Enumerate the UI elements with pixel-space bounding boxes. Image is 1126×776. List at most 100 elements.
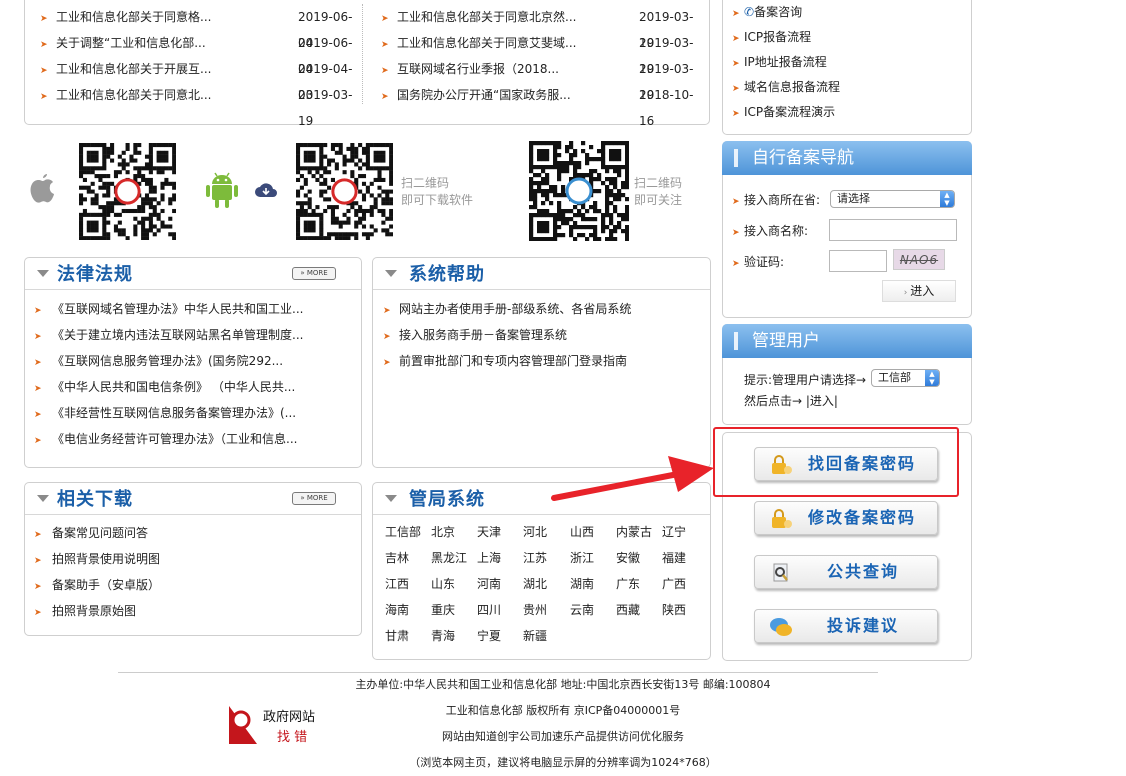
law-item[interactable]: ➤ 《非经营性互联网信息服务备案管理办法》(... (34, 400, 296, 426)
download-title[interactable]: 备案常见问题问答 (52, 526, 148, 540)
help-item[interactable]: ➤ 接入服务商手册－备案管理系统 (383, 322, 567, 348)
news-item[interactable]: ➤ 工业和信息化部关于同意北京然... 2019-03-19 (381, 4, 701, 50)
news-title[interactable]: 工业和信息化部关于同意北京然... (397, 10, 576, 24)
bureau-link[interactable]: 工信部 (385, 519, 421, 545)
help-title[interactable]: 前置审批部门和专项内容管理部门登录指南 (399, 354, 627, 368)
side-link-label[interactable]: ICP备案流程演示 (744, 105, 835, 119)
captcha-image[interactable]: NAO6 (893, 249, 945, 270)
admin-select[interactable]: 工信部 ▲ ▼ (871, 369, 940, 387)
news-title[interactable]: 互联网域名行业季报（2018... (397, 62, 559, 76)
help-title[interactable]: 网站主办者使用手册-部级系统、各省局系统 (399, 302, 631, 316)
bureau-link[interactable]: 山西 (570, 519, 594, 545)
bureau-link[interactable]: 内蒙古 (616, 519, 652, 545)
bureau-link[interactable]: 广东 (616, 571, 640, 597)
bureau-link[interactable]: 福建 (662, 545, 686, 571)
cloud-download-icon[interactable] (254, 181, 278, 199)
bureau-link[interactable]: 北京 (431, 519, 455, 545)
enter-button[interactable]: › 进入 (882, 280, 956, 302)
side-link-consult[interactable]: ➤ ✆备案咨询 (732, 0, 802, 25)
side-link-label[interactable]: 域名信息报备流程 (744, 80, 840, 94)
side-link-icp-flow[interactable]: ➤ ICP报备流程 (732, 25, 811, 50)
news-title[interactable]: 工业和信息化部关于同意艾斐域... (397, 36, 576, 50)
news-item[interactable]: ➤ 工业和信息化部关于同意北... 2019-03-19 (40, 82, 360, 128)
help-title[interactable]: 接入服务商手册－备案管理系统 (399, 328, 567, 342)
side-link-label[interactable]: IP地址报备流程 (744, 55, 827, 69)
bureau-link[interactable]: 湖北 (523, 571, 547, 597)
news-item[interactable]: ➤ 工业和信息化部关于开展互... 2019-04-03 (40, 56, 360, 102)
bureau-link[interactable]: 上海 (477, 545, 501, 571)
bureau-link[interactable]: 海南 (385, 597, 409, 623)
bureau-link[interactable]: 河北 (523, 519, 547, 545)
modify-password-button[interactable]: 修改备案密码 (754, 501, 938, 535)
law-item[interactable]: ➤ 《互联网域名管理办法》中华人民共和国工业... (34, 296, 303, 322)
side-link-label[interactable]: ICP报备流程 (744, 30, 811, 44)
provider-name-input[interactable] (829, 219, 957, 241)
news-item[interactable]: ➤ 工业和信息化部关于同意格... 2019-06-04 (40, 4, 360, 50)
bureau-link[interactable]: 天津 (477, 519, 501, 545)
law-item[interactable]: ➤ 《中华人民共和国电信条例》 （中华人民共... (34, 374, 295, 400)
news-title[interactable]: 关于调整“工业和信息化部... (56, 36, 206, 50)
bureau-link[interactable]: 广西 (662, 571, 686, 597)
download-item[interactable]: ➤ 备案常见问题问答 (34, 520, 148, 546)
bureau-link[interactable]: 山东 (431, 571, 455, 597)
law-item[interactable]: ➤ 《电信业务经营许可管理办法》（工业和信息... (34, 426, 297, 452)
news-item[interactable]: ➤ 关于调整“工业和信息化部... 2019-06-04 (40, 30, 360, 76)
bureau-link[interactable]: 青海 (431, 623, 455, 649)
bureau-link[interactable]: 黑龙江 (431, 545, 467, 571)
bureau-link[interactable]: 江苏 (523, 545, 547, 571)
download-item[interactable]: ➤ 拍照背景使用说明图 (34, 546, 160, 572)
province-select[interactable]: 请选择 ▲ ▼ (830, 190, 955, 208)
bureau-link[interactable]: 安徽 (616, 545, 640, 571)
bureau-link[interactable]: 江西 (385, 571, 409, 597)
side-link-icp-demo[interactable]: ➤ ICP备案流程演示 (732, 100, 835, 125)
law-title[interactable]: 《非经营性互联网信息服务备案管理办法》(... (52, 406, 296, 420)
bureau-link[interactable]: 浙江 (570, 545, 594, 571)
bureau-link[interactable]: 宁夏 (477, 623, 501, 649)
download-title[interactable]: 拍照背景原始图 (52, 604, 136, 618)
law-title[interactable]: 《互联网信息服务管理办法》(国务院292... (52, 354, 283, 368)
downloads-more-button[interactable]: » MORE (292, 492, 336, 505)
apple-icon[interactable] (26, 170, 58, 210)
captcha-input[interactable] (829, 250, 887, 272)
news-title[interactable]: 工业和信息化部关于同意格... (56, 10, 211, 24)
download-item[interactable]: ➤ 备案助手（安卓版） (34, 572, 160, 598)
help-item[interactable]: ➤ 前置审批部门和专项内容管理部门登录指南 (383, 348, 627, 374)
follow-hint-line1: 扫二维码 (634, 176, 683, 190)
android-icon[interactable] (203, 170, 241, 210)
gov-site-error-badge[interactable]: 政府网站 找 错 (227, 702, 327, 746)
news-title[interactable]: 工业和信息化部关于同意北... (56, 88, 211, 102)
side-link-ip-flow[interactable]: ➤ IP地址报备流程 (732, 50, 827, 75)
download-item[interactable]: ➤ 拍照背景原始图 (34, 598, 136, 624)
bureau-link[interactable]: 辽宁 (662, 519, 686, 545)
help-item[interactable]: ➤ 网站主办者使用手册-部级系统、各省局系统 (383, 296, 631, 322)
side-link-label[interactable]: 备案咨询 (754, 5, 802, 19)
bureau-link[interactable]: 重庆 (431, 597, 455, 623)
bureau-link[interactable]: 贵州 (523, 597, 547, 623)
bureau-link[interactable]: 新疆 (523, 623, 547, 649)
download-title[interactable]: 备案助手（安卓版） (52, 578, 160, 592)
law-title[interactable]: 《关于建立境内违法互联网站黑名单管理制度... (52, 328, 303, 342)
complaint-button[interactable]: 投诉建议 (754, 609, 938, 643)
bureau-link[interactable]: 西藏 (616, 597, 640, 623)
bureau-link[interactable]: 四川 (477, 597, 501, 623)
law-title[interactable]: 《中华人民共和国电信条例》 （中华人民共... (52, 380, 295, 394)
bureau-link[interactable]: 甘肃 (385, 623, 409, 649)
bureau-link[interactable]: 云南 (570, 597, 594, 623)
law-title[interactable]: 《互联网域名管理办法》中华人民共和国工业... (52, 302, 303, 316)
news-item[interactable]: ➤ 互联网域名行业季报（2018... 2019-03-19 (381, 56, 701, 102)
download-title[interactable]: 拍照背景使用说明图 (52, 552, 160, 566)
bureau-link[interactable]: 河南 (477, 571, 501, 597)
bureau-link[interactable]: 吉林 (385, 545, 409, 571)
news-title[interactable]: 国务院办公厅开通“国家政务服... (397, 88, 571, 102)
law-item[interactable]: ➤ 《关于建立境内违法互联网站黑名单管理制度... (34, 322, 303, 348)
laws-more-button[interactable]: » MORE (292, 267, 336, 280)
law-title[interactable]: 《电信业务经营许可管理办法》（工业和信息... (52, 432, 297, 446)
side-link-domain-flow[interactable]: ➤ 域名信息报备流程 (732, 75, 840, 100)
news-item[interactable]: ➤ 国务院办公厅开通“国家政务服... 2018-10-16 (381, 82, 701, 128)
news-item[interactable]: ➤ 工业和信息化部关于同意艾斐域... 2019-03-19 (381, 30, 701, 76)
public-query-button[interactable]: 公共查询 (754, 555, 938, 589)
bureau-link[interactable]: 湖南 (570, 571, 594, 597)
law-item[interactable]: ➤ 《互联网信息服务管理办法》(国务院292... (34, 348, 283, 374)
bureau-link[interactable]: 陕西 (662, 597, 686, 623)
news-title[interactable]: 工业和信息化部关于开展互... (56, 62, 211, 76)
